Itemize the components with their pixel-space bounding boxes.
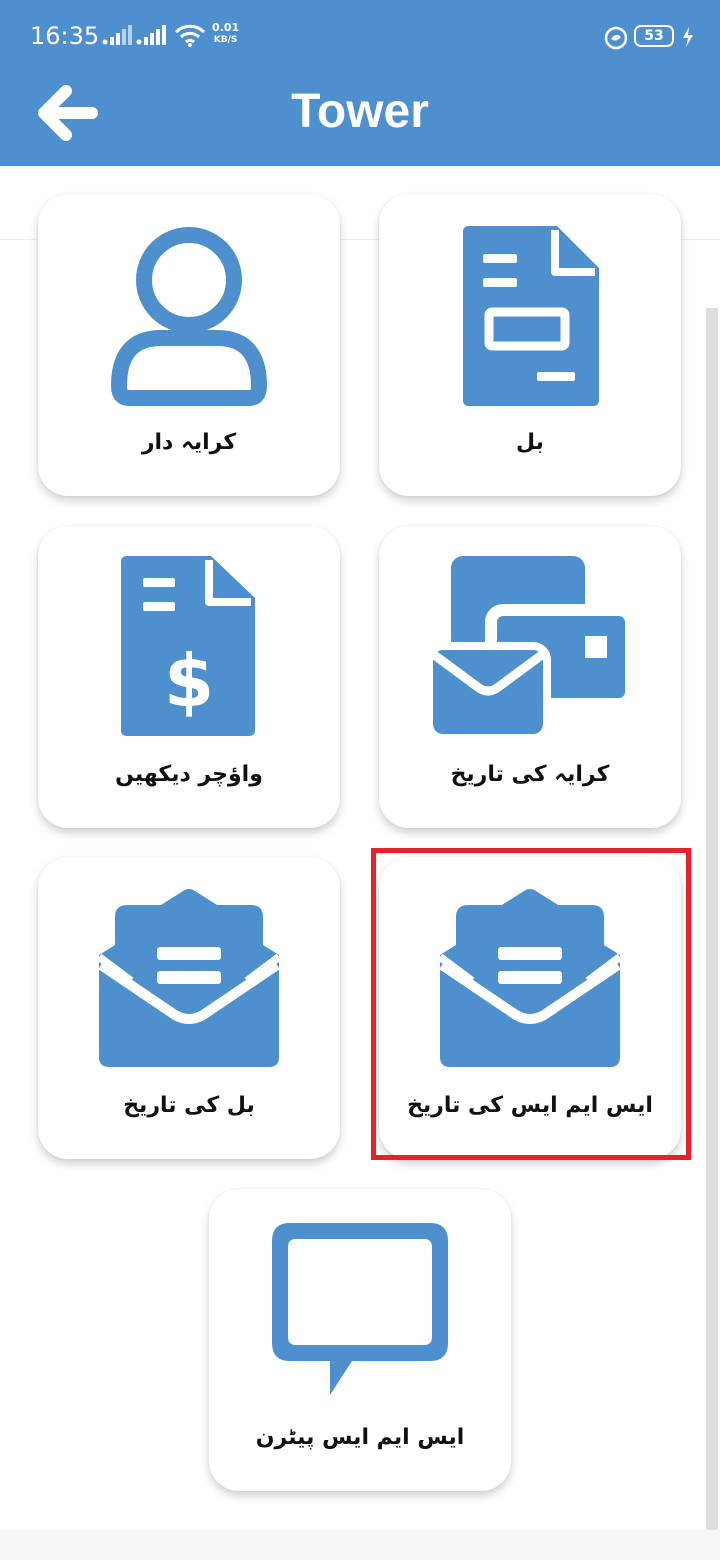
card-label: کرایہ دار bbox=[141, 430, 237, 455]
card-sms-history[interactable]: ایس ایم ایس کی تاریخ bbox=[379, 857, 681, 1159]
card-label: کرایہ کی تاریخ bbox=[450, 762, 610, 787]
person-icon bbox=[111, 227, 267, 406]
scrollbar[interactable] bbox=[706, 308, 718, 1530]
battery-area: 53 bbox=[604, 24, 696, 50]
battery-level: 53 bbox=[634, 25, 674, 47]
status-time: 16:35 bbox=[30, 22, 100, 50]
card-label: ایس ایم ایس پیٹرن bbox=[255, 1425, 465, 1450]
mail-cards-icon bbox=[427, 556, 633, 740]
network-speed-value: 0.01 bbox=[212, 21, 240, 34]
document-icon bbox=[463, 226, 599, 406]
signal-1-icon bbox=[102, 25, 132, 45]
open-envelope-icon bbox=[97, 889, 281, 1067]
card-rent-history[interactable]: کرایہ کی تاریخ bbox=[379, 526, 681, 828]
card-bill-history[interactable]: بل کی تاریخ bbox=[38, 857, 340, 1159]
card-bill[interactable]: بل bbox=[379, 194, 681, 496]
card-view-voucher[interactable]: $ واؤچر دیکھیں bbox=[38, 526, 340, 828]
network-speed: 0.01 KB/S bbox=[212, 22, 239, 46]
data-saver-icon bbox=[604, 26, 628, 50]
card-label: بل bbox=[516, 430, 544, 455]
chat-bubble-icon bbox=[272, 1223, 448, 1395]
open-envelope-icon bbox=[438, 889, 622, 1067]
signal-2-icon bbox=[136, 25, 166, 45]
card-label: بل کی تاریخ bbox=[123, 1093, 255, 1118]
card-label: ایس ایم ایس کی تاریخ bbox=[407, 1093, 653, 1118]
card-sms-pattern[interactable]: ایس ایم ایس پیٹرن bbox=[209, 1189, 511, 1491]
svg-text:$: $ bbox=[164, 639, 214, 723]
wifi-icon bbox=[174, 24, 206, 47]
card-label: واؤچر دیکھیں bbox=[115, 762, 263, 787]
dollar-document-icon: $ bbox=[121, 556, 255, 736]
network-speed-unit: KB/S bbox=[213, 35, 238, 45]
app-bar: 16:35 0.01 KB/S 53 Tower bbox=[0, 0, 720, 166]
bottom-bar bbox=[0, 1530, 720, 1560]
card-tenant[interactable]: کرایہ دار bbox=[38, 194, 340, 496]
charging-icon bbox=[683, 27, 693, 47]
page-title: Tower bbox=[291, 85, 429, 138]
